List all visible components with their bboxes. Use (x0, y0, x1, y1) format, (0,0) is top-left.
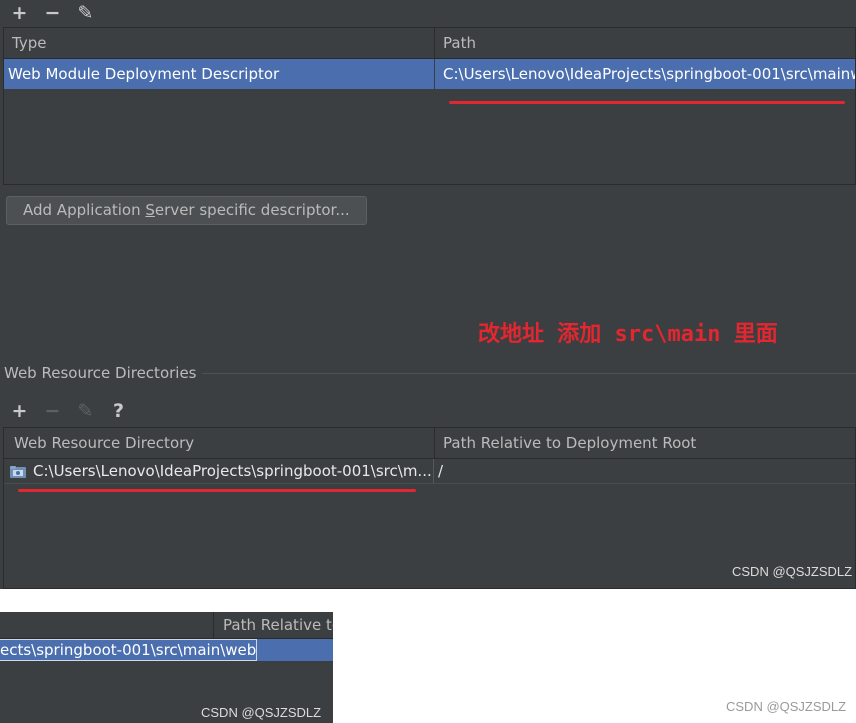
crop-selected-row[interactable]: ects\springboot-001\src\main\web (0, 639, 333, 661)
red-note-annotation: 改地址 添加 src\main 里面 (478, 322, 778, 347)
remove-icon[interactable]: − (36, 0, 69, 26)
web-resources-table: Web Resource Directory Path Relative to … (3, 427, 856, 589)
csdn-watermark: CSDN @QSJZSDLZ (732, 564, 853, 579)
edit-icon: ✎ (77, 400, 94, 422)
column-header-path-relative[interactable]: Path Relative to Deployment Root (434, 428, 855, 458)
facet-settings-panel: + − ✎ Type Path Web Module Deployment De… (0, 0, 856, 589)
crop-column-header-path-relative[interactable]: Path Relative to (214, 612, 333, 640)
descriptors-table-header: Type Path (4, 28, 855, 59)
web-resource-directory-cell[interactable]: C:\Users\Lenovo\IdeaProjects\springboot-… (4, 459, 434, 483)
crop-csdn-watermark: CSDN @QSJZSDLZ (201, 705, 322, 720)
descriptors-toolbar: + − ✎ (3, 0, 102, 26)
column-header-path[interactable]: Path (434, 28, 855, 58)
table-row[interactable]: Web Module Deployment Descriptor C:\User… (4, 59, 855, 89)
button-label-mnemonic: S (145, 201, 155, 219)
red-underline-annotation (18, 489, 416, 492)
crop-path-edit-field[interactable]: ects\springboot-001\src\main\web (0, 639, 257, 661)
descriptor-path-cell[interactable]: C:\Users\Lenovo\IdeaProjects\springboot-… (434, 59, 855, 89)
button-label-prefix: Add Application (23, 201, 146, 219)
remove-icon: − (44, 400, 61, 422)
page-csdn-watermark: CSDN @QSJZSDLZ (726, 699, 847, 714)
web-folder-icon (10, 465, 26, 478)
crop-table-header: Path Relative to (0, 612, 333, 639)
add-icon[interactable]: + (3, 0, 36, 26)
section-separator (202, 373, 856, 374)
red-underline-annotation (449, 101, 845, 104)
directory-path-text: C:\Users\Lenovo\IdeaProjects\springboot-… (33, 462, 432, 480)
add-icon[interactable]: + (3, 398, 36, 424)
column-header-type[interactable]: Type (4, 28, 434, 58)
path-relative-cell[interactable]: / (434, 459, 855, 483)
help-icon[interactable]: ? (102, 398, 135, 424)
cropped-table-snippet: Path Relative to ects\springboot-001\src… (0, 612, 333, 723)
edit-icon[interactable]: ✎ (69, 0, 102, 26)
button-label-suffix: erver specific descriptor... (154, 201, 350, 219)
descriptors-table: Type Path Web Module Deployment Descript… (3, 27, 856, 185)
table-row[interactable]: C:\Users\Lenovo\IdeaProjects\springboot-… (4, 459, 855, 484)
add-application-server-descriptor-button[interactable]: Add Application Server specific descript… (6, 196, 367, 225)
descriptor-type-cell[interactable]: Web Module Deployment Descriptor (4, 59, 434, 89)
web-resources-table-header: Web Resource Directory Path Relative to … (4, 428, 855, 459)
web-resources-toolbar: + − ✎ ? (3, 398, 135, 424)
web-resource-directories-label: Web Resource Directories (4, 364, 197, 382)
column-header-web-resource-directory[interactable]: Web Resource Directory (4, 428, 434, 458)
